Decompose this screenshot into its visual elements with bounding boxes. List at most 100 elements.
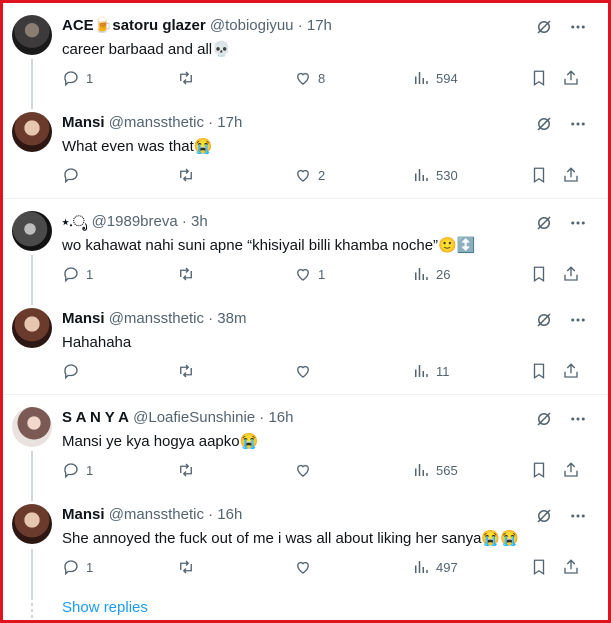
- views-button[interactable]: 530: [412, 166, 458, 184]
- reply-icon: [64, 267, 78, 283]
- tweet-header: Mansi @manssthetic · 16h: [62, 505, 242, 525]
- display-name[interactable]: Mansi: [62, 114, 105, 131]
- user-handle[interactable]: @manssthetic: [109, 310, 204, 327]
- like-button[interactable]: 2: [294, 166, 325, 184]
- analytics-icon: [415, 365, 428, 377]
- bookmark-button[interactable]: [530, 69, 548, 87]
- timestamp[interactable]: 17h: [217, 114, 242, 131]
- avatar[interactable]: [12, 504, 52, 544]
- views-button[interactable]: 11: [412, 362, 450, 380]
- separator-dot: ·: [259, 409, 265, 426]
- share-button[interactable]: [562, 265, 580, 283]
- avatar[interactable]: [12, 407, 52, 447]
- more-options-icon[interactable]: [568, 409, 588, 429]
- views-button[interactable]: 565: [412, 461, 458, 479]
- views-button[interactable]: 497: [412, 558, 458, 576]
- reply-button[interactable]: [62, 166, 86, 184]
- views-button[interactable]: 26: [412, 265, 450, 283]
- grok-icon[interactable]: [534, 310, 554, 330]
- grok-icon[interactable]: [534, 409, 554, 429]
- tweet-top-icons: [534, 213, 588, 233]
- retweet-button[interactable]: [177, 69, 201, 87]
- bookmark-button[interactable]: [530, 558, 548, 576]
- reply-thread: ACE🍺satoru glazer @tobiogiyuu · 17h care…: [3, 3, 608, 623]
- share-button[interactable]: [562, 69, 580, 87]
- display-name[interactable]: ⋆.ೃ: [62, 213, 87, 230]
- bookmark-button[interactable]: [530, 461, 548, 479]
- user-handle[interactable]: @1989breva: [92, 213, 178, 230]
- retweet-button[interactable]: [177, 265, 201, 283]
- reply-button[interactable]: 1: [62, 69, 93, 87]
- like-button[interactable]: [294, 362, 318, 380]
- grok-icon[interactable]: [534, 114, 554, 134]
- like-count: 8: [318, 70, 326, 86]
- avatar[interactable]: [12, 308, 52, 348]
- timestamp[interactable]: 16h: [268, 409, 293, 426]
- like-button[interactable]: [294, 558, 318, 576]
- retweet-button[interactable]: [177, 166, 201, 184]
- analytics-icon: [415, 169, 428, 181]
- user-handle[interactable]: @manssthetic: [109, 114, 204, 131]
- reply-button[interactable]: 1: [62, 558, 93, 576]
- view-count: 11: [436, 363, 450, 379]
- share-button[interactable]: [562, 461, 580, 479]
- like-button[interactable]: 1: [294, 265, 325, 283]
- tweet-2[interactable]: Mansi @manssthetic · 17h What even was t…: [3, 100, 608, 197]
- reply-count: 1: [86, 266, 94, 282]
- tweet-top-icons: [534, 17, 588, 37]
- display-name[interactable]: Mansi: [62, 506, 105, 523]
- more-options-icon[interactable]: [568, 506, 588, 526]
- tweet-6[interactable]: Mansi @manssthetic · 16h She annoyed the…: [3, 492, 608, 589]
- user-handle[interactable]: @manssthetic: [109, 506, 204, 523]
- retweet-button[interactable]: [177, 362, 201, 380]
- tweet-1[interactable]: ACE🍺satoru glazer @tobiogiyuu · 17h care…: [3, 3, 608, 100]
- tweet-actions: 1 497: [62, 558, 585, 580]
- more-options-icon[interactable]: [568, 17, 588, 37]
- avatar[interactable]: [12, 211, 52, 251]
- bookmark-icon: [533, 363, 545, 380]
- show-replies-link[interactable]: Show replies: [62, 599, 148, 616]
- retweet-icon: [180, 560, 192, 574]
- like-button[interactable]: 8: [294, 69, 325, 87]
- share-button[interactable]: [562, 166, 580, 184]
- tweet-4[interactable]: Mansi @manssthetic · 38m Hahahaha 11: [3, 296, 608, 393]
- bookmark-button[interactable]: [530, 265, 548, 283]
- display-name[interactable]: Mansi: [62, 310, 105, 327]
- user-handle[interactable]: @LoafieSunshinie: [133, 409, 255, 426]
- bookmark-icon: [533, 462, 545, 479]
- bookmark-button[interactable]: [530, 362, 548, 380]
- views-button[interactable]: 594: [412, 69, 458, 87]
- reply-button[interactable]: 1: [62, 461, 93, 479]
- timestamp[interactable]: 3h: [191, 213, 208, 230]
- timestamp[interactable]: 16h: [217, 506, 242, 523]
- tweet-3[interactable]: ⋆.ೃ @1989breva · 3h wo kahawat nahi suni…: [3, 199, 608, 296]
- grok-icon[interactable]: [534, 17, 554, 37]
- tweet-header: Mansi @manssthetic · 17h: [62, 113, 242, 133]
- timestamp[interactable]: 17h: [307, 17, 332, 34]
- retweet-button[interactable]: [177, 558, 201, 576]
- like-button[interactable]: [294, 461, 318, 479]
- tweet-5[interactable]: S A N Y A @LoafieSunshinie · 16h Mansi y…: [3, 395, 608, 492]
- reply-count: 1: [86, 462, 94, 478]
- reply-button[interactable]: [62, 362, 86, 380]
- retweet-button[interactable]: [177, 461, 201, 479]
- reply-icon: [64, 71, 78, 87]
- display-name[interactable]: S A N Y A: [62, 409, 129, 426]
- timestamp[interactable]: 38m: [217, 310, 246, 327]
- view-count: 565: [436, 462, 458, 478]
- share-button[interactable]: [562, 362, 580, 380]
- grok-icon[interactable]: [534, 506, 554, 526]
- share-button[interactable]: [562, 558, 580, 576]
- more-options-icon[interactable]: [568, 310, 588, 330]
- avatar[interactable]: [12, 112, 52, 152]
- bookmark-button[interactable]: [530, 166, 548, 184]
- tweet-actions: 1 1 26: [62, 265, 585, 287]
- grok-icon[interactable]: [534, 213, 554, 233]
- tweet-top-icons: [534, 310, 588, 330]
- more-options-icon[interactable]: [568, 213, 588, 233]
- avatar[interactable]: [12, 15, 52, 55]
- display-name[interactable]: ACE🍺satoru glazer: [62, 17, 206, 34]
- reply-button[interactable]: 1: [62, 265, 93, 283]
- user-handle[interactable]: @tobiogiyuu: [210, 17, 294, 34]
- more-options-icon[interactable]: [568, 114, 588, 134]
